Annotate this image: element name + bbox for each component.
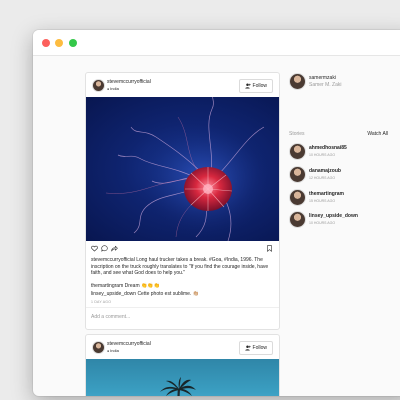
post-username[interactable]: stevemccurryofficial [107,341,151,347]
add-comment-input[interactable]: Add a comment... [91,311,271,323]
follow-button[interactable]: Follow [238,341,273,355]
post-timestamp: 1 DAY AGO [91,300,112,304]
post-caption: stevemccurryofficial Long haul trucker t… [91,257,269,277]
stories-header: Stories Watch All [289,131,388,139]
location-pin-icon: ● [107,87,110,91]
current-full-name: Samer M. Zaki [309,82,342,88]
avatar[interactable] [289,189,306,206]
stories-label: Stories [289,131,305,137]
story-time: 12 HOURS AGO [309,176,336,180]
close-window-button[interactable] [42,39,50,47]
story-item[interactable]: linsey_upside_down 10 HOURS AGO [289,211,399,228]
avatar[interactable] [289,211,306,228]
follow-button[interactable]: Follow [238,79,273,93]
avatar[interactable] [289,73,306,90]
comment: linsey_upside_down Cette photo est subli… [91,291,199,297]
avatar[interactable] [289,143,306,160]
post-location[interactable]: ●India [107,348,119,353]
story-time: 10 HOURS AGO [309,153,336,157]
follow-button-label: Follow [252,83,267,89]
share-icon[interactable] [111,245,118,252]
post-location[interactable]: ●India [107,86,119,91]
comment-text: Cette photo est sublime. 👏🏼 [137,291,199,297]
post-header: stevemccurryofficial ●India Follow [86,335,279,359]
avatar[interactable] [92,341,105,354]
location-pin-icon: ● [107,349,110,353]
palm-tree-image [160,377,196,396]
comment-username[interactable]: themartingram [91,283,123,289]
divider [86,307,279,308]
post-location-text: India [110,348,119,353]
follow-button-label: Follow [252,345,267,351]
browser-window: stevemccurryofficial ●India Follow steve… [33,30,400,396]
feed-page: stevemccurryofficial ●India Follow steve… [33,56,400,396]
comment-text: Dream 👏👏👏 [124,283,160,289]
current-user-card[interactable]: samermzaki Samer M. Zaki [289,73,399,91]
story-time: 15 HOURS AGO [309,199,336,203]
comment-username[interactable]: linsey_upside_down [91,291,136,297]
comment-icon[interactable] [101,245,108,252]
title-bar [33,30,400,56]
jellyfish-image [105,97,276,241]
story-time: 10 HOURS AGO [309,221,336,225]
post-header: stevemccurryofficial ●India Follow [86,73,279,97]
feed-post: stevemccurryofficial ●India Follow [85,334,280,396]
feed-post: stevemccurryofficial ●India Follow [85,72,280,330]
post-username[interactable]: stevemccurryofficial [107,79,151,85]
story-username: danamajzoub [309,168,341,174]
minimize-window-button[interactable] [55,39,63,47]
watch-all-link[interactable]: Watch All [367,131,388,137]
story-username: ahmedhosnai85 [309,145,347,151]
heart-icon[interactable] [91,245,98,252]
story-item[interactable]: themartingram 15 HOURS AGO [289,189,399,206]
post-actions [91,245,273,253]
story-item[interactable]: ahmedhosnai85 10 HOURS AGO [289,143,399,160]
post-photo[interactable] [86,359,279,396]
post-location-text: India [110,86,119,91]
story-username: linsey_upside_down [309,213,358,219]
maximize-window-button[interactable] [69,39,77,47]
story-item[interactable]: danamajzoub 12 HOURS AGO [289,166,399,183]
add-user-icon [244,83,251,89]
avatar[interactable] [289,166,306,183]
comment: themartingram Dream 👏👏👏 [91,283,160,289]
avatar[interactable] [92,79,105,92]
add-user-icon [244,345,251,351]
story-username: themartingram [309,191,345,197]
current-username[interactable]: samermzaki [309,75,336,81]
bookmark-icon[interactable] [266,245,273,252]
post-photo[interactable] [86,97,279,241]
